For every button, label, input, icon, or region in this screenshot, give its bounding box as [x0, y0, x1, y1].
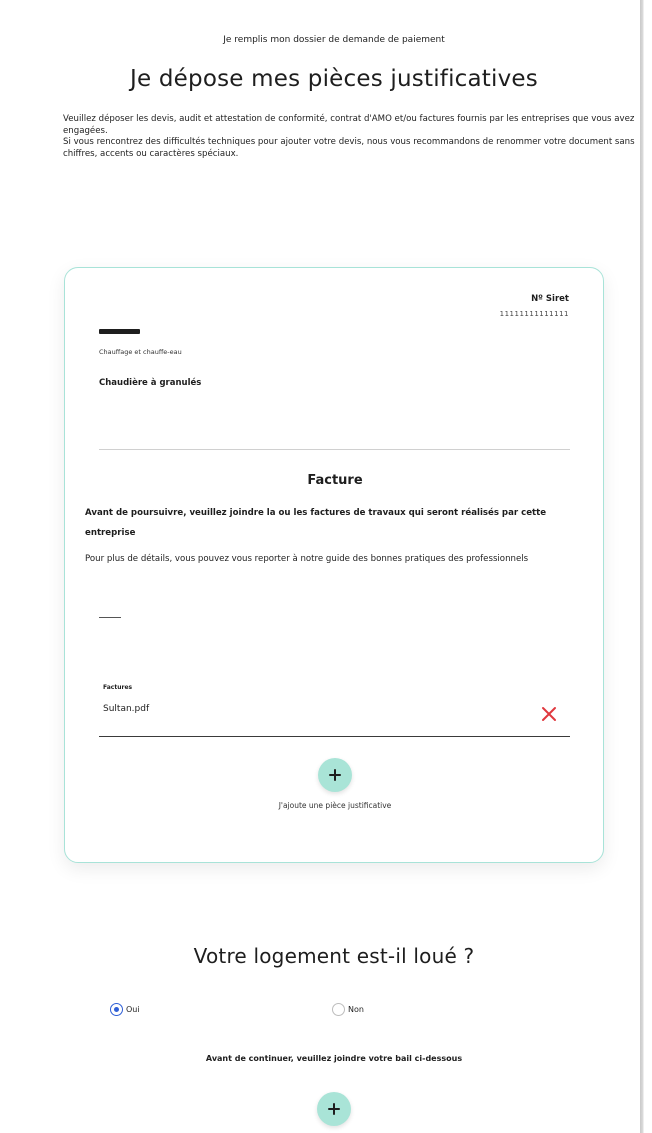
invoice-section-title: Facture	[307, 473, 363, 488]
divider	[99, 449, 570, 450]
intro-paragraph-documents: Veuillez déposer les devis, audit et att…	[63, 114, 635, 136]
breadcrumb: Je remplis mon dossier de demande de pai…	[223, 35, 445, 45]
page-title: Je dépose mes pièces justificatives	[130, 66, 538, 92]
lease-notice: Avant de continuer, veuillez joindre vot…	[205, 1054, 463, 1063]
add-document-label: J'ajoute une pièce justificative	[278, 801, 392, 810]
file-field-label: Factures	[103, 684, 133, 691]
rental-question: Votre logement est-il loué ?	[193, 944, 475, 968]
company-card: Nº Siret 11111111111111 Chauffage et cha…	[64, 267, 604, 863]
guide-link[interactable]: Pour plus de détails, vous pouvez vous r…	[85, 553, 555, 565]
radio-oui[interactable]: Oui	[110, 1003, 140, 1016]
page-edge-divider	[640, 0, 652, 1133]
work-type: Chaudière à granulés	[99, 378, 202, 388]
radio-button-selected[interactable]	[110, 1003, 123, 1016]
add-document-button[interactable]	[318, 758, 352, 792]
uploaded-file-name: Sultan.pdf	[103, 704, 150, 714]
radio-label-oui: Oui	[126, 1005, 140, 1014]
radio-label-non: Non	[348, 1005, 364, 1014]
company-name-placeholder	[99, 329, 140, 334]
file-field-underline	[99, 736, 570, 737]
radio-button-unselected[interactable]	[332, 1003, 345, 1016]
intro-text: Veuillez déposer les devis, audit et att…	[63, 114, 635, 160]
radio-non[interactable]: Non	[332, 1003, 364, 1016]
siret-value: 11111111111111	[499, 310, 569, 318]
intro-paragraph-help: Si vous rencontrez des difficultés techn…	[63, 137, 635, 159]
dash-separator	[99, 617, 121, 618]
siret-label: Nº Siret	[531, 294, 569, 304]
add-lease-button[interactable]	[317, 1092, 351, 1126]
invoice-notice: Avant de poursuivre, veuillez joindre la…	[85, 508, 547, 538]
payment-request-page: Je remplis mon dossier de demande de pai…	[0, 0, 640, 1133]
work-category: Chauffage et chauffe-eau	[99, 348, 182, 356]
close-icon[interactable]	[541, 706, 557, 722]
